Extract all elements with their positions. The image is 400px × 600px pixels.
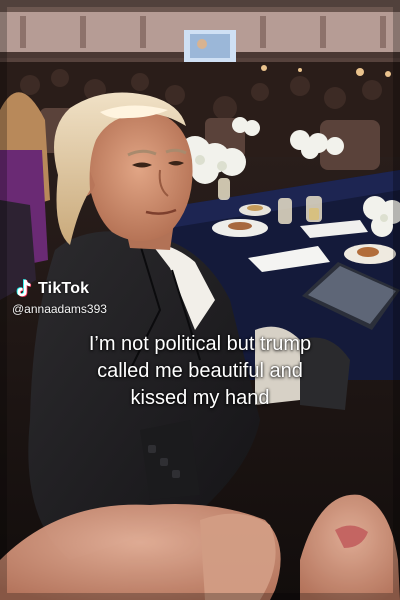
video-frame: TikTok @annaadams393 I’m not political b… (0, 0, 400, 600)
video-caption: I’m not political but trump called me be… (20, 331, 380, 412)
caption-line: kissed my hand (130, 387, 270, 409)
tiktok-brand-label: TikTok (38, 280, 90, 297)
creator-handle: @annaadams393 (12, 302, 107, 316)
caption-line: I’m not political but trump (88, 333, 312, 355)
tiktok-logo-icon (16, 279, 32, 297)
tiktok-watermark: TikTok @annaadams393 (12, 278, 107, 316)
caption-line: called me beautiful and (97, 360, 303, 382)
